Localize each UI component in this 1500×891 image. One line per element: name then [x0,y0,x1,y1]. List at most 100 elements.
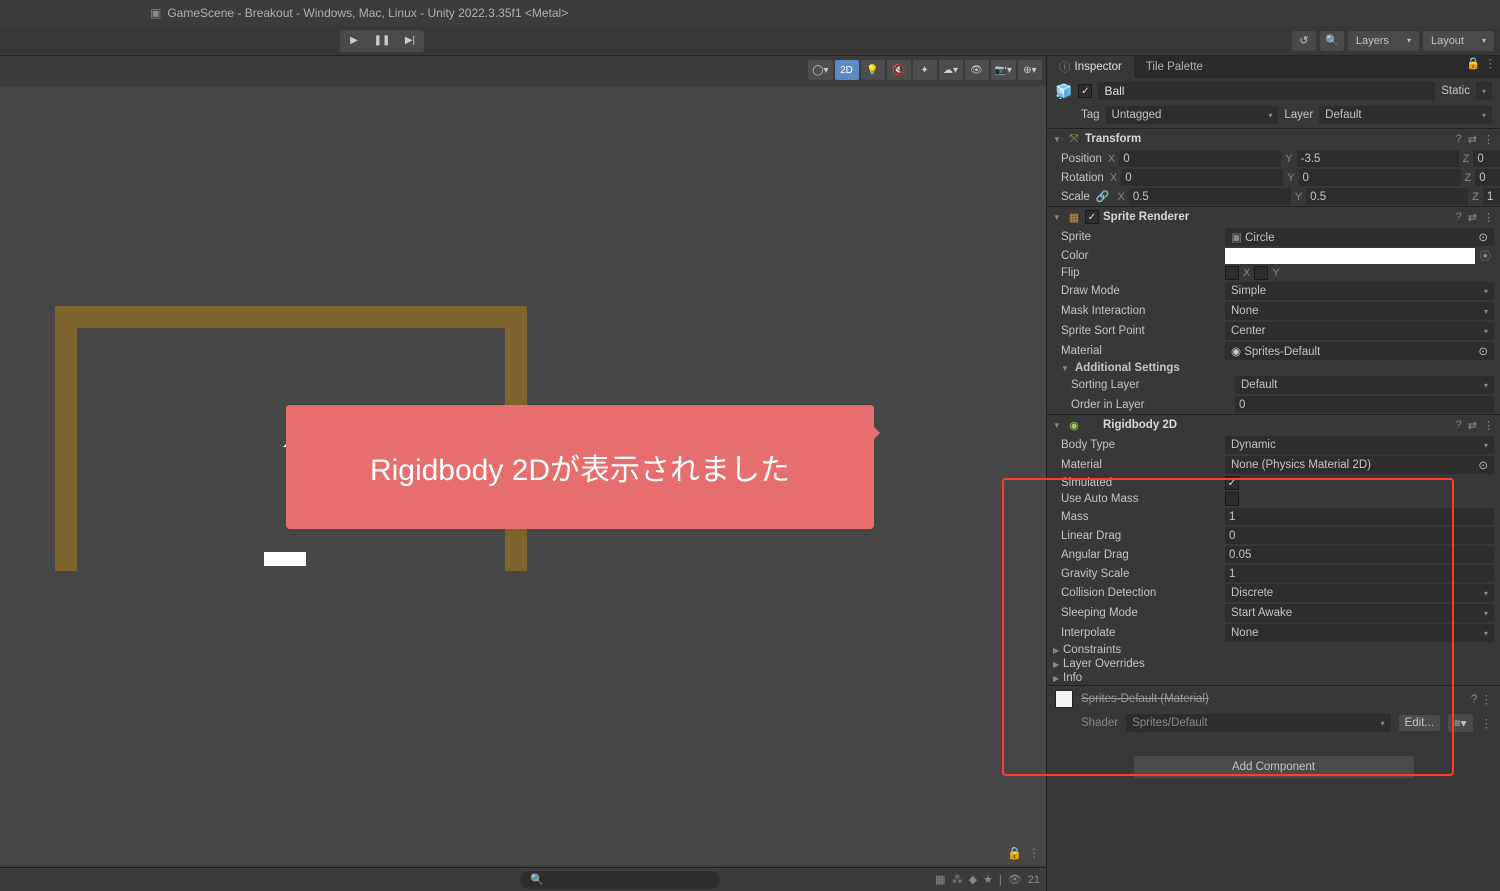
shader-row: Shader Sprites/Default▾ Edit... ≡▾ ⋮ [1047,712,1500,738]
search-icon[interactable]: 🔍 [1320,31,1344,51]
sprite-header[interactable]: ▼ ▦ ✓ Sprite Renderer ?⇄⋮ [1047,207,1500,227]
sleeping-mode-label: Sleeping Mode [1061,607,1221,619]
collision-detection-dropdown[interactable]: Discrete▾ [1225,584,1494,602]
rotation-y-field[interactable] [1299,169,1461,186]
tab-inspector[interactable]: ⓘInspector [1047,56,1134,78]
mass-field[interactable] [1225,508,1494,525]
position-y-field[interactable] [1297,150,1459,167]
draw-mode-dropdown[interactable]: Simple▾ [1225,282,1494,300]
sprite-picker[interactable]: ▣ Circle⊙ [1225,228,1494,246]
grid-snap-icon[interactable]: ▦ [935,873,945,886]
scale-z-field[interactable] [1483,188,1500,205]
rotation-z-field[interactable] [1475,169,1500,186]
step-button[interactable]: ▶| [396,30,424,52]
help-icon[interactable]: ? [1456,211,1462,224]
scene-vis-icon[interactable]: ☁▾ [939,60,963,80]
lock-icon[interactable]: 🔒 [1007,846,1022,860]
enable-toggle[interactable]: ✓ [1085,210,1099,224]
sort-point-dropdown[interactable]: Center▾ [1225,322,1494,340]
layer-dropdown[interactable]: Default▾ [1319,106,1492,124]
scale-y-field[interactable] [1306,188,1468,205]
mask-dropdown[interactable]: None▾ [1225,302,1494,320]
material-picker[interactable]: ◉ Sprites-Default⊙ [1225,342,1494,360]
layout-dropdown[interactable]: Layout▾ [1423,31,1494,51]
context-menu-icon[interactable]: ⋮ [1483,211,1494,224]
layer-overrides-foldout[interactable]: ▶Layer Overrides [1047,657,1500,671]
shader-menu-icon[interactable]: ≡▾ [1448,714,1472,732]
gizmo-toggle-icon[interactable]: ⊕▾ [1018,60,1042,80]
body-type-dropdown[interactable]: Dynamic▾ [1225,436,1494,454]
object-picker-icon[interactable]: ⊙ [1478,230,1488,244]
fold-icon[interactable]: ▼ [1061,364,1071,373]
lighting-toggle-icon[interactable]: 💡 [861,60,885,80]
fx-toggle-icon[interactable]: ✦ [913,60,937,80]
link-icon[interactable]: 🔗 [1094,190,1112,203]
layers-dropdown[interactable]: Layers▾ [1348,31,1419,51]
object-picker-icon[interactable]: ⊙ [1478,458,1488,472]
interpolate-dropdown[interactable]: None▾ [1225,624,1494,642]
hidden-toggle-icon[interactable]: 👁 [965,60,989,80]
material-header[interactable]: Sprites-Default (Material) ? ⋮ [1047,685,1500,712]
order-in-layer-field[interactable] [1235,396,1494,413]
draw-mode-dropdown[interactable]: ◯▾ [808,60,832,80]
auto-mass-toggle[interactable] [1225,492,1239,506]
sleeping-mode-dropdown[interactable]: Start Awake▾ [1225,604,1494,622]
context-menu-icon[interactable]: ⋮ [1485,56,1497,70]
angular-drag-label: Angular Drag [1061,549,1221,561]
main-toolbar: ▶ ❚❚ ▶| ↺ 🔍 Layers▾ Layout▾ [0,26,1500,56]
context-menu-icon[interactable]: ⋮ [1483,133,1494,146]
static-dropdown[interactable]: ▾ [1476,82,1492,100]
bar-icon[interactable]: | [999,874,1002,886]
play-button[interactable]: ▶ [340,30,368,52]
lock-icon[interactable]: 🔒 [1466,56,1480,70]
audio-toggle-icon[interactable]: 🔇 [887,60,911,80]
sorting-layer-dropdown[interactable]: Default▾ [1235,376,1494,394]
info-foldout[interactable]: ▶Info [1047,671,1500,685]
help-icon[interactable]: ? [1456,419,1462,432]
position-z-field[interactable] [1473,150,1500,167]
pause-button[interactable]: ❚❚ [368,30,396,52]
rotation-x-field[interactable] [1121,169,1283,186]
object-picker-icon[interactable]: ⊙ [1478,344,1488,358]
simulated-toggle[interactable]: ✓ [1225,476,1239,490]
help-icon[interactable]: ? [1471,694,1477,706]
flip-x-toggle[interactable] [1225,266,1239,280]
2d-toggle[interactable]: 2D [835,60,859,80]
preset-icon[interactable]: ⇄ [1468,133,1477,146]
tag-dropdown[interactable]: Untagged▾ [1106,106,1279,124]
scale-x-field[interactable] [1129,188,1291,205]
object-name-field[interactable] [1098,82,1435,100]
favorite-icon[interactable]: ★ [983,873,993,886]
shader-dropdown[interactable]: Sprites/Default▾ [1126,714,1391,732]
eyedropper-icon[interactable]: ⦿ [1477,248,1495,264]
collision-detection-label: Collision Detection [1061,587,1221,599]
constraints-foldout[interactable]: ▶Constraints [1047,643,1500,657]
increment-snap-icon[interactable]: ⁂ [952,873,963,886]
eye-icon[interactable]: 👁 [1008,873,1022,886]
gravity-scale-field[interactable] [1225,565,1494,582]
context-menu-icon[interactable]: ⋮ [1481,716,1493,730]
tag-icon[interactable]: ◆ [969,873,977,886]
preset-icon[interactable]: ⇄ [1468,419,1477,432]
undo-history-icon[interactable]: ↺ [1292,31,1316,51]
edit-button[interactable]: Edit... [1399,715,1440,731]
active-toggle[interactable]: ✓ [1078,84,1092,98]
context-menu-icon[interactable]: ⋮ [1481,694,1493,706]
help-icon[interactable]: ? [1456,133,1462,146]
rigidbody-header[interactable]: ▼ ◉ Rigidbody 2D ?⇄⋮ [1047,415,1500,435]
position-x-field[interactable] [1119,150,1281,167]
color-field[interactable] [1225,248,1475,264]
context-menu-icon[interactable]: ⋮ [1483,419,1494,432]
add-component-button[interactable]: Add Component [1134,756,1414,778]
context-menu-icon[interactable]: ⋮ [1028,846,1040,860]
linear-drag-field[interactable] [1225,527,1494,544]
physics-material-picker[interactable]: None (Physics Material 2D)⊙ [1225,456,1494,474]
preset-icon[interactable]: ⇄ [1468,211,1477,224]
shader-label: Shader [1081,717,1118,729]
flip-y-toggle[interactable] [1254,266,1268,280]
search-input[interactable] [520,871,720,889]
camera-icon[interactable]: 📷▾ [991,60,1016,80]
transform-header[interactable]: ▼ ⤧ Transform ?⇄⋮ [1047,129,1500,149]
angular-drag-field[interactable] [1225,546,1494,563]
tab-tile-palette[interactable]: Tile Palette [1134,56,1215,78]
